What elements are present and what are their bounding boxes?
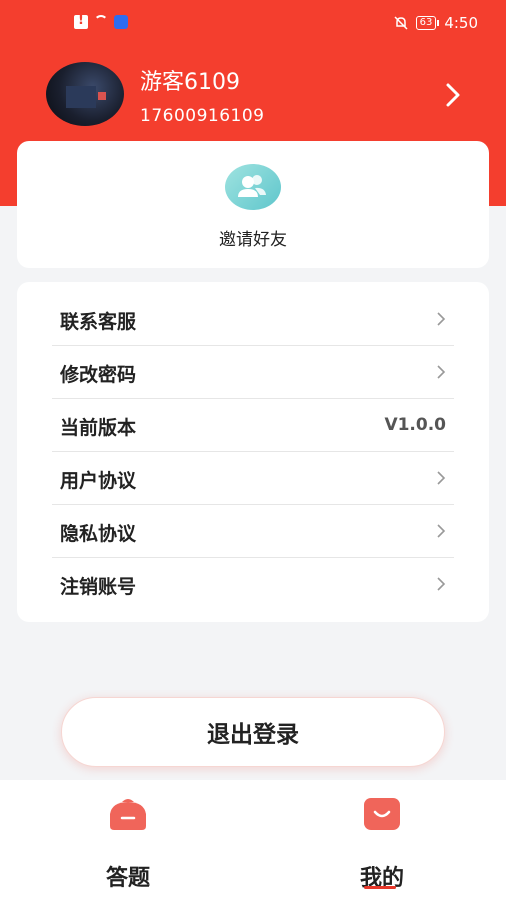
menu-item-user-agreement[interactable]: 用户协议 [52,452,454,505]
menu-item-contact-service[interactable]: 联系客服 [52,293,454,346]
logout-button[interactable]: 退出登录 [61,697,445,767]
cap-icon [110,799,146,830]
tab-mine[interactable]: 我的 [320,796,440,896]
menu-item-current-version: 当前版本 V1.0.0 [52,399,454,452]
menu-item-label: 隐私协议 [60,523,137,545]
chevron-right-icon [437,471,446,485]
tab-answer-label: 答题 [105,866,150,891]
menu-item-label: 用户协议 [60,470,137,492]
chevron-right-icon [437,365,446,379]
version-value: V1.0.0 [384,415,446,435]
chevron-right-icon[interactable] [440,80,466,110]
battery-indicator: 63 [415,16,440,30]
menu-item-label: 联系客服 [60,311,137,333]
bottom-tab-bar: 答题 我的 [0,780,506,900]
tab-answer[interactable]: 答题 [66,796,186,896]
menu-item-privacy-agreement[interactable]: 隐私协议 [52,505,454,558]
status-bar: 63 4:50 [0,0,506,46]
active-tab-indicator [364,886,396,889]
users-icon [238,175,266,197]
menu-item-label: 注销账号 [60,576,137,598]
chevron-right-icon [437,524,446,538]
menu-item-delete-account[interactable]: 注销账号 [52,558,454,611]
wifi-icon [94,15,108,29]
alert-icon [74,13,88,29]
menu-item-label: 修改密码 [60,364,137,386]
invite-card: 邀请好友 [17,141,489,268]
avatar[interactable] [46,62,124,126]
invite-friends-label[interactable]: 邀请好友 [17,225,489,250]
username: 游客6109 [140,70,240,95]
mute-bell-icon [394,16,408,30]
settings-menu: 联系客服 修改密码 当前版本 V1.0.0 用户协议 隐私协议 注销账号 [17,282,489,622]
chevron-right-icon [437,312,446,326]
status-time: 4:50 [444,14,478,32]
phone-number: 17600916109 [140,106,265,126]
invite-friends-button[interactable] [225,164,281,210]
smile-icon [364,798,400,830]
menu-item-change-password[interactable]: 修改密码 [52,346,454,399]
menu-item-label: 当前版本 [60,417,137,439]
app-notification-icon [114,15,128,29]
chevron-right-icon [437,577,446,591]
